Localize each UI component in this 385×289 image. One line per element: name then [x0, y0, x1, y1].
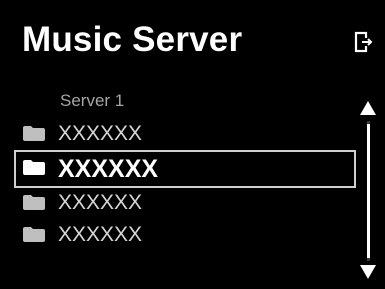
folder-icon	[23, 227, 45, 242]
input-switch-icon[interactable]	[354, 30, 374, 54]
folder-icon	[23, 195, 45, 210]
list-item[interactable]: XXXXXX	[14, 117, 356, 151]
list-item-label: XXXXXX	[58, 223, 143, 246]
page-title: Music Server	[22, 20, 243, 59]
list-item[interactable]: XXXXXX	[14, 218, 356, 252]
list-item-label: XXXXXX	[58, 191, 143, 214]
list-item-label: XXXXXX	[58, 122, 143, 145]
list-item-selected[interactable]: XXXXXX	[14, 150, 356, 188]
list-item[interactable]: XXXXXX	[14, 186, 356, 220]
server-name-label: Server 1	[60, 91, 125, 110]
scrollbar-thumb[interactable]	[367, 124, 370, 258]
triangle-down-icon[interactable]	[360, 265, 376, 279]
folder-icon	[23, 160, 45, 175]
music-server-screen: Music Server Server 1 XXXXXX XXXXXX XXXX…	[0, 0, 385, 289]
triangle-up-icon[interactable]	[360, 101, 376, 115]
folder-icon	[23, 126, 45, 141]
list-item-label: XXXXXX	[58, 155, 159, 183]
